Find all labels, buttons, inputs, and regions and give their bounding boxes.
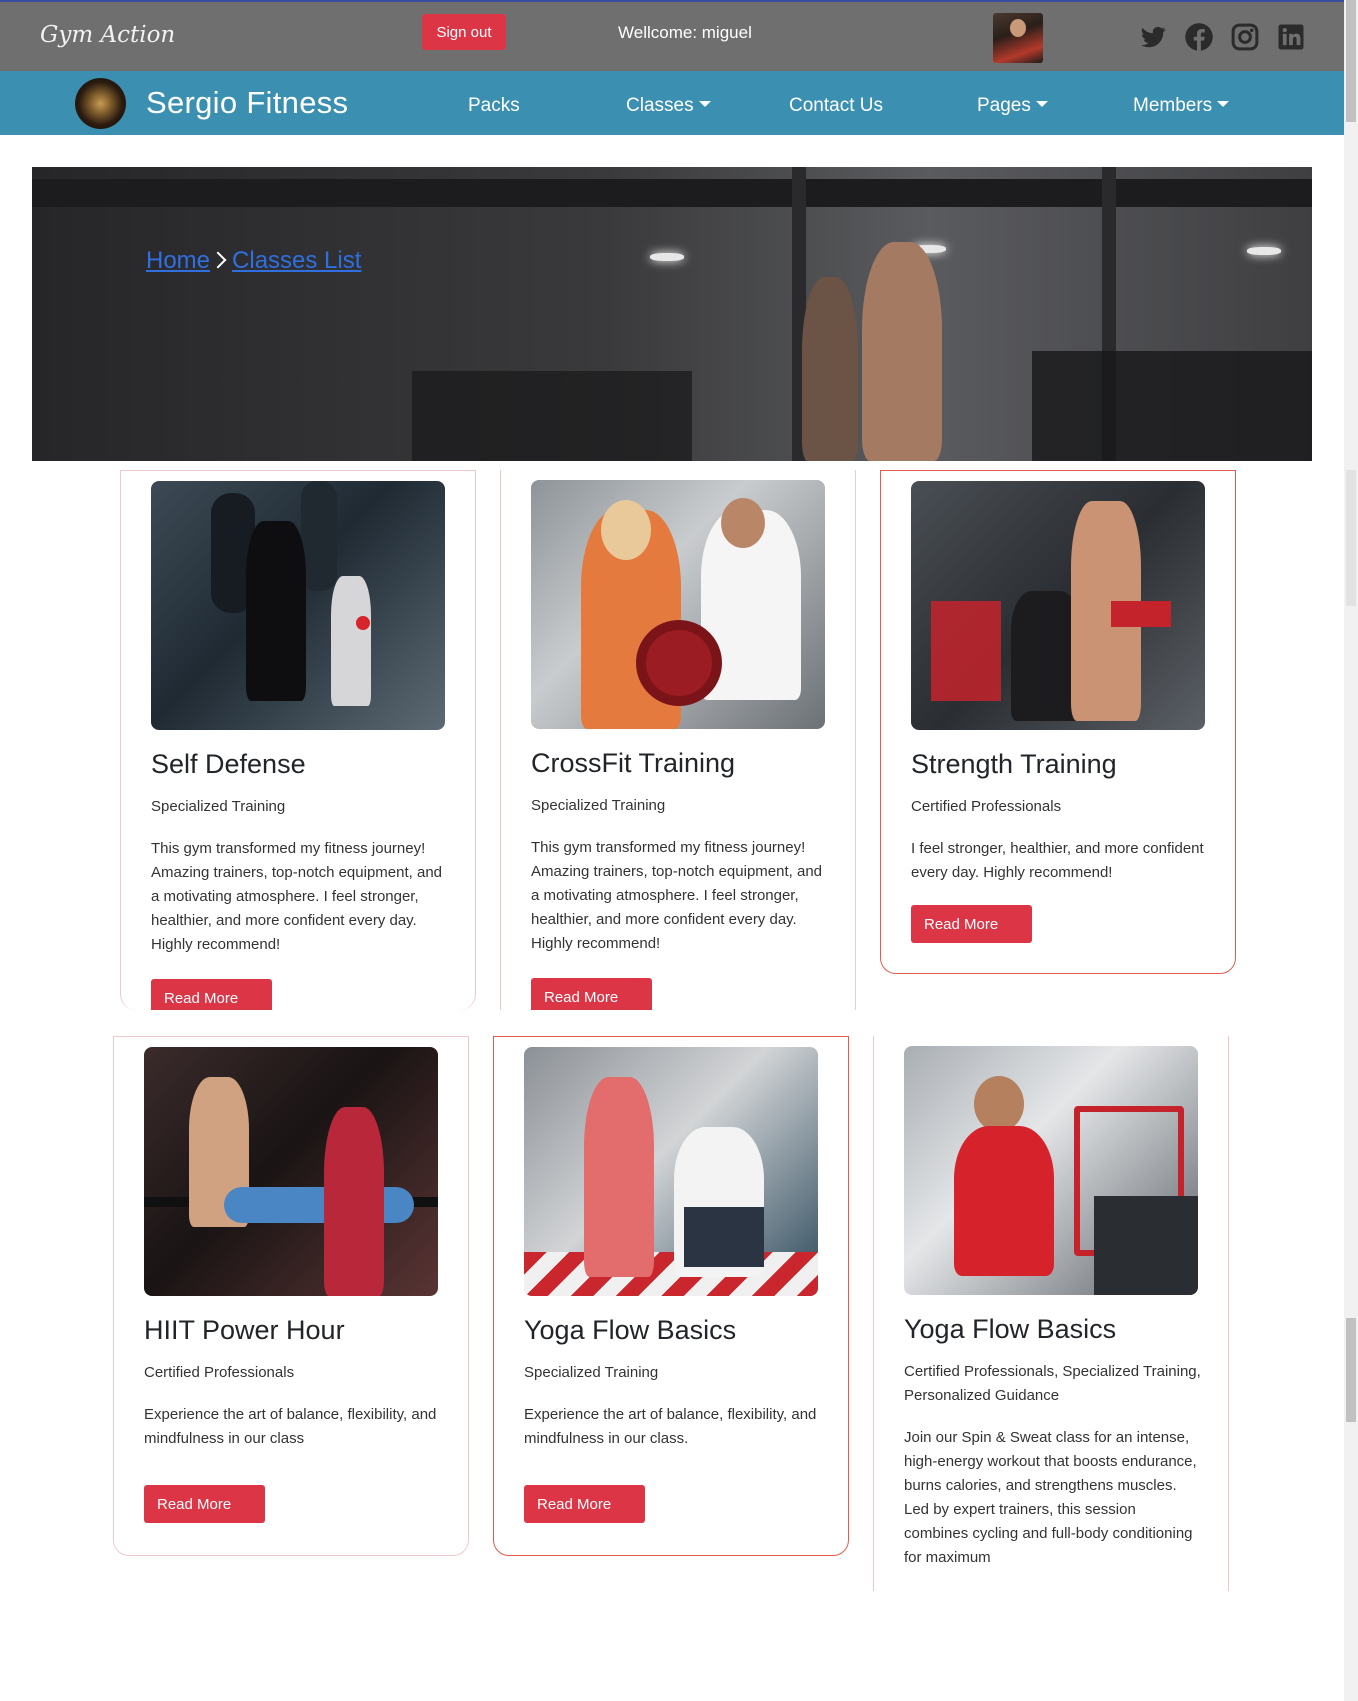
scrollbar-thumb[interactable] [1346,0,1356,122]
class-image-strength [911,481,1205,730]
class-subtitle: Certified Professionals, Specialized Tra… [904,1363,1201,1404]
hero-banner: Home Classes List [32,167,1312,461]
class-card: Self Defense Specialized Training This g… [120,470,476,1010]
class-card: CrossFit Training Specialized Training T… [500,470,856,1010]
chevron-right-icon [209,251,227,269]
class-title: Self Defense [151,749,306,779]
class-subtitle: Specialized Training [531,797,666,814]
read-more-button[interactable]: Read More [531,978,652,1010]
class-description: Experience the art of balance, flexibili… [524,1406,817,1447]
page-scrollbar[interactable] [1344,0,1358,1701]
read-more-button[interactable]: Read More [524,1485,645,1523]
facebook-icon[interactable] [1184,22,1214,52]
breadcrumb-classes-list-link[interactable]: Classes List [232,247,361,274]
nav-link-contact-us[interactable]: Contact Us [789,95,883,117]
hero-man [862,242,942,461]
class-title: HIIT Power Hour [144,1315,345,1345]
twitter-icon[interactable] [1138,22,1168,52]
class-description: I feel stronger, healthier, and more con… [911,840,1204,881]
main-navbar: Sergio Fitness Packs Classes Contact Us … [0,71,1344,135]
class-subtitle: Specialized Training [524,1364,659,1381]
breadcrumb-home-link[interactable]: Home [146,247,210,274]
welcome-text: Wellcome: miguel [618,23,752,42]
class-image-crossfit [531,480,825,729]
navbar-brand[interactable]: Sergio Fitness [146,85,348,121]
class-image-self-defense [151,481,445,730]
class-description: This gym transformed my fitness journey!… [531,839,822,952]
read-more-button[interactable]: Read More [911,905,1032,943]
class-image-hiit [144,1047,438,1296]
class-card: Strength Training Certified Professional… [880,470,1236,974]
nav-dropdown-pages[interactable]: Pages [977,95,1048,117]
instagram-icon[interactable] [1230,22,1260,52]
class-subtitle: Specialized Training [151,798,286,815]
nav-dropdown-members[interactable]: Members [1133,95,1230,117]
top-bar: Gym Action Sign out Wellcome: miguel [0,0,1344,71]
scrollbar-thumb-lower[interactable] [1346,1318,1356,1422]
class-card: Yoga Flow Basics Certified Professionals… [873,1036,1229,1591]
linkedin-icon[interactable] [1276,22,1306,52]
scrollbar-thumb-secondary[interactable] [1346,470,1356,606]
chevron-down-icon [698,100,711,107]
class-subtitle: Certified Professionals [144,1364,295,1381]
class-card: HIIT Power Hour Certified Professionals … [113,1036,469,1556]
nav-dropdown-classes[interactable]: Classes [626,95,711,117]
class-description: Experience the art of balance, flexibili… [144,1406,437,1447]
class-image-spin-sweat [904,1046,1198,1295]
user-avatar[interactable] [993,13,1043,63]
class-description: Join our Spin & Sweat class for an inten… [904,1429,1197,1566]
chevron-down-icon [1217,100,1230,107]
class-title: CrossFit Training [531,748,736,778]
class-subtitle: Certified Professionals [911,798,1062,815]
brand-logo[interactable] [75,78,126,129]
read-more-button[interactable]: Read More [144,1485,265,1523]
class-title: Yoga Flow Basics [524,1315,737,1345]
sign-out-button[interactable]: Sign out [422,14,506,50]
class-title: Yoga Flow Basics [904,1314,1117,1344]
site-brand[interactable]: Gym Action [40,22,175,48]
class-image-yoga-flow [524,1047,818,1296]
breadcrumb: Home Classes List [146,247,361,275]
class-card: Yoga Flow Basics Specialized Training Ex… [493,1036,849,1556]
class-title: Strength Training [911,749,1117,779]
class-description: This gym transformed my fitness journey!… [151,840,442,953]
nav-link-packs[interactable]: Packs [468,95,520,117]
read-more-button[interactable]: Read More [151,979,272,1010]
chevron-down-icon [1035,100,1048,107]
hero-woman [802,277,858,461]
